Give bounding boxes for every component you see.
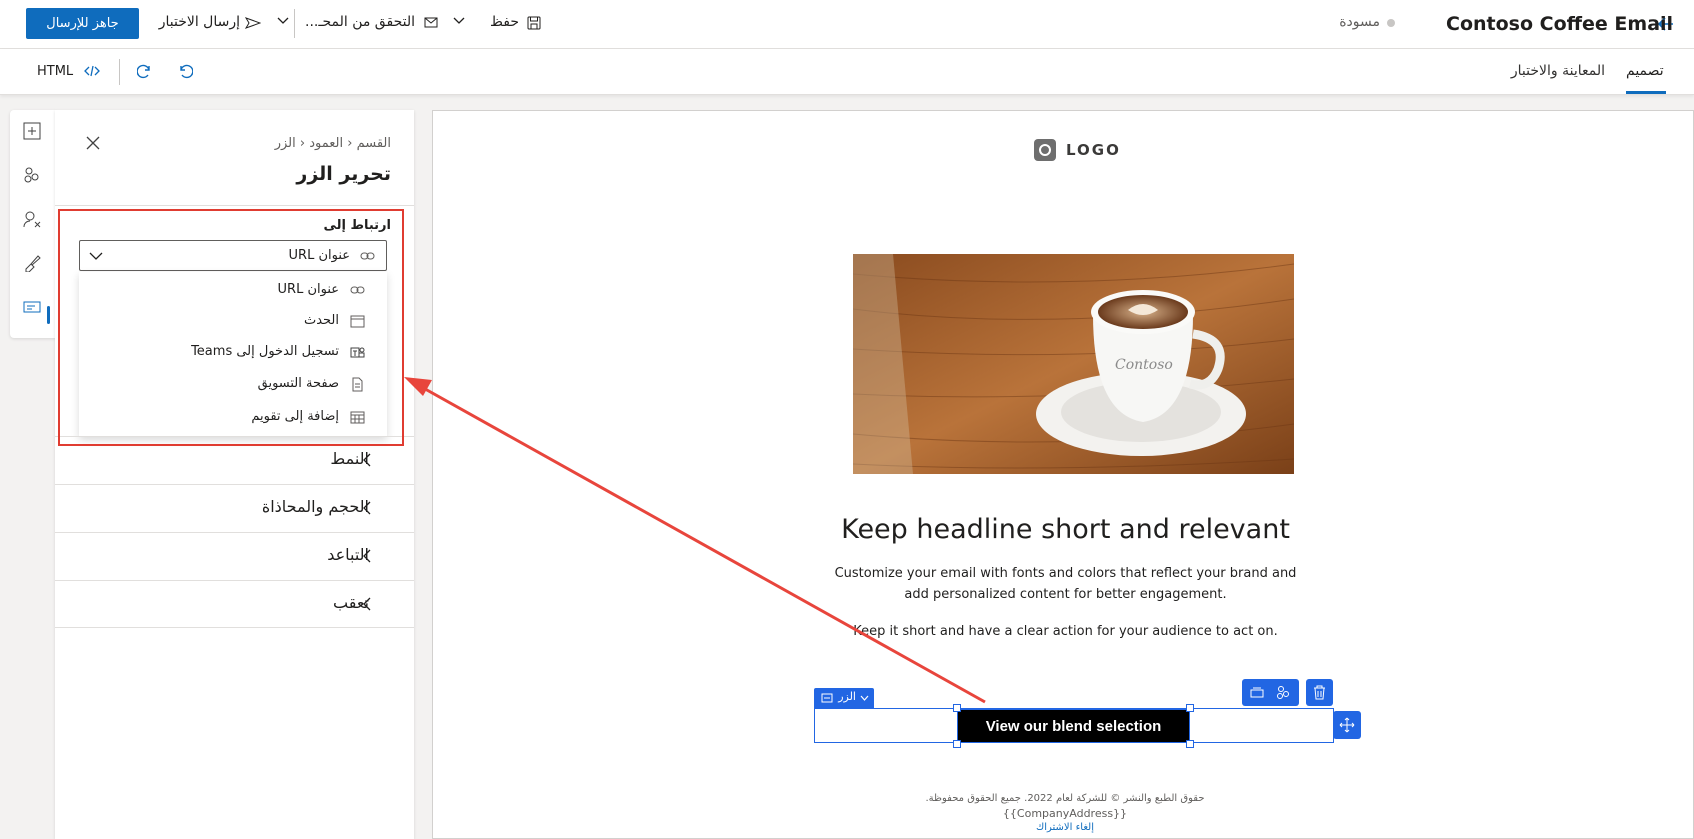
personalization-icon[interactable] — [23, 210, 43, 230]
ready-to-send-button[interactable]: جاهز للإرسال — [26, 8, 139, 39]
send-test-button[interactable]: إرسال الاختبار — [158, 8, 263, 38]
email-body-text[interactable]: Customize your email with fonts and colo… — [830, 563, 1301, 605]
section-size-alignment[interactable]: الحجم والمحاذاة — [55, 484, 414, 532]
highlight-box — [58, 209, 404, 446]
check-content-label: التحقق من المحـ... — [305, 14, 415, 30]
elements-icon[interactable] — [1276, 685, 1291, 700]
resize-handle[interactable] — [953, 704, 961, 712]
section-spacing[interactable]: التباعد — [55, 532, 414, 580]
editor-toolbar: تصميم المعاينة والاختبار HTML — [0, 49, 1694, 95]
logo-mark-icon — [1034, 139, 1056, 161]
save-button[interactable]: حفظ — [484, 8, 544, 38]
divider — [294, 9, 295, 38]
section-label: تعقب — [333, 593, 369, 612]
close-icon[interactable] — [86, 136, 100, 150]
elements-icon[interactable] — [23, 166, 43, 186]
email-body-text-2[interactable]: Keep it short and have a clear action fo… — [780, 624, 1351, 639]
styles-brush-icon[interactable] — [23, 254, 43, 274]
status-text: مسودة — [1339, 14, 1380, 30]
add-element-icon[interactable] — [23, 122, 43, 142]
breadcrumb-separator-icon: ‹ — [343, 136, 353, 151]
divider — [119, 59, 120, 85]
footer-copyright: حقوق الطبع والنشر © للشركة لعام 2022. جم… — [925, 793, 1205, 804]
side-rail — [10, 110, 56, 338]
resize-handle[interactable] — [953, 740, 961, 748]
email-cta-button[interactable]: View our blend selection — [957, 709, 1190, 743]
delete-button[interactable] — [1306, 679, 1333, 706]
send-icon — [245, 17, 261, 29]
panel-title: تحرير الزر — [296, 163, 391, 185]
breadcrumb-button: الزر — [274, 136, 296, 151]
element-type-tag[interactable]: الزر — [814, 688, 874, 708]
button-element-icon — [821, 693, 833, 703]
breadcrumb: القسم ‹ العمود ‹ الزر — [275, 136, 391, 151]
resize-handle[interactable] — [1186, 704, 1194, 712]
chevron-down-icon[interactable] — [452, 14, 466, 28]
send-test-label: إرسال الاختبار — [158, 14, 240, 30]
section-label: النمط — [330, 449, 369, 468]
mail-check-icon — [424, 17, 438, 28]
html-view-button[interactable]: HTML — [37, 64, 73, 79]
save-label: حفظ — [489, 14, 519, 30]
tab-design[interactable]: تصميم — [1626, 63, 1664, 79]
unsubscribe-link[interactable]: إلغاء الاشتراك — [1020, 822, 1110, 833]
save-as-block-icon[interactable] — [1250, 686, 1264, 700]
command-bar: Contoso Coffee Email مسودة حفظ التحقق من… — [0, 0, 1694, 49]
page-title: Contoso Coffee Email — [1446, 13, 1674, 35]
properties-icon[interactable] — [23, 300, 43, 320]
section-label: الحجم والمحاذاة — [261, 497, 369, 516]
resize-handle[interactable] — [1186, 740, 1194, 748]
breadcrumb-section[interactable]: القسم — [357, 136, 391, 151]
email-headline[interactable]: Keep headline short and relevant — [780, 514, 1351, 545]
move-icon — [1339, 717, 1355, 733]
element-type-label: الزر — [838, 690, 856, 703]
section-label: التباعد — [327, 545, 369, 564]
coffee-cup-image[interactable]: Contoso — [853, 254, 1294, 474]
status-dot-icon — [1387, 19, 1395, 27]
breadcrumb-column[interactable]: العمود — [309, 136, 343, 151]
undo-icon[interactable] — [177, 63, 193, 79]
redo-icon[interactable] — [137, 63, 153, 79]
section-tracking[interactable]: تعقب — [55, 580, 414, 628]
move-handle[interactable] — [1333, 711, 1361, 739]
chevron-down-icon[interactable] — [276, 14, 290, 28]
tab-design-underline — [1626, 91, 1666, 94]
code-icon[interactable] — [84, 64, 100, 78]
footer-address: {{CompanyAddress}} — [1002, 807, 1128, 820]
trash-icon — [1314, 685, 1325, 700]
breadcrumb-separator-icon: ‹ — [295, 136, 306, 151]
block-tools-group — [1242, 679, 1299, 706]
divider — [55, 205, 414, 206]
check-content-button[interactable]: التحقق من المحـ... — [305, 8, 442, 38]
tab-preview-test[interactable]: المعاينة والاختبار — [1505, 63, 1605, 79]
logo-text: LOGO — [1066, 141, 1121, 159]
chevron-down-icon — [860, 695, 869, 701]
rail-active-indicator — [47, 306, 50, 324]
save-icon — [527, 16, 541, 30]
svg-text:Contoso: Contoso — [1115, 357, 1173, 373]
